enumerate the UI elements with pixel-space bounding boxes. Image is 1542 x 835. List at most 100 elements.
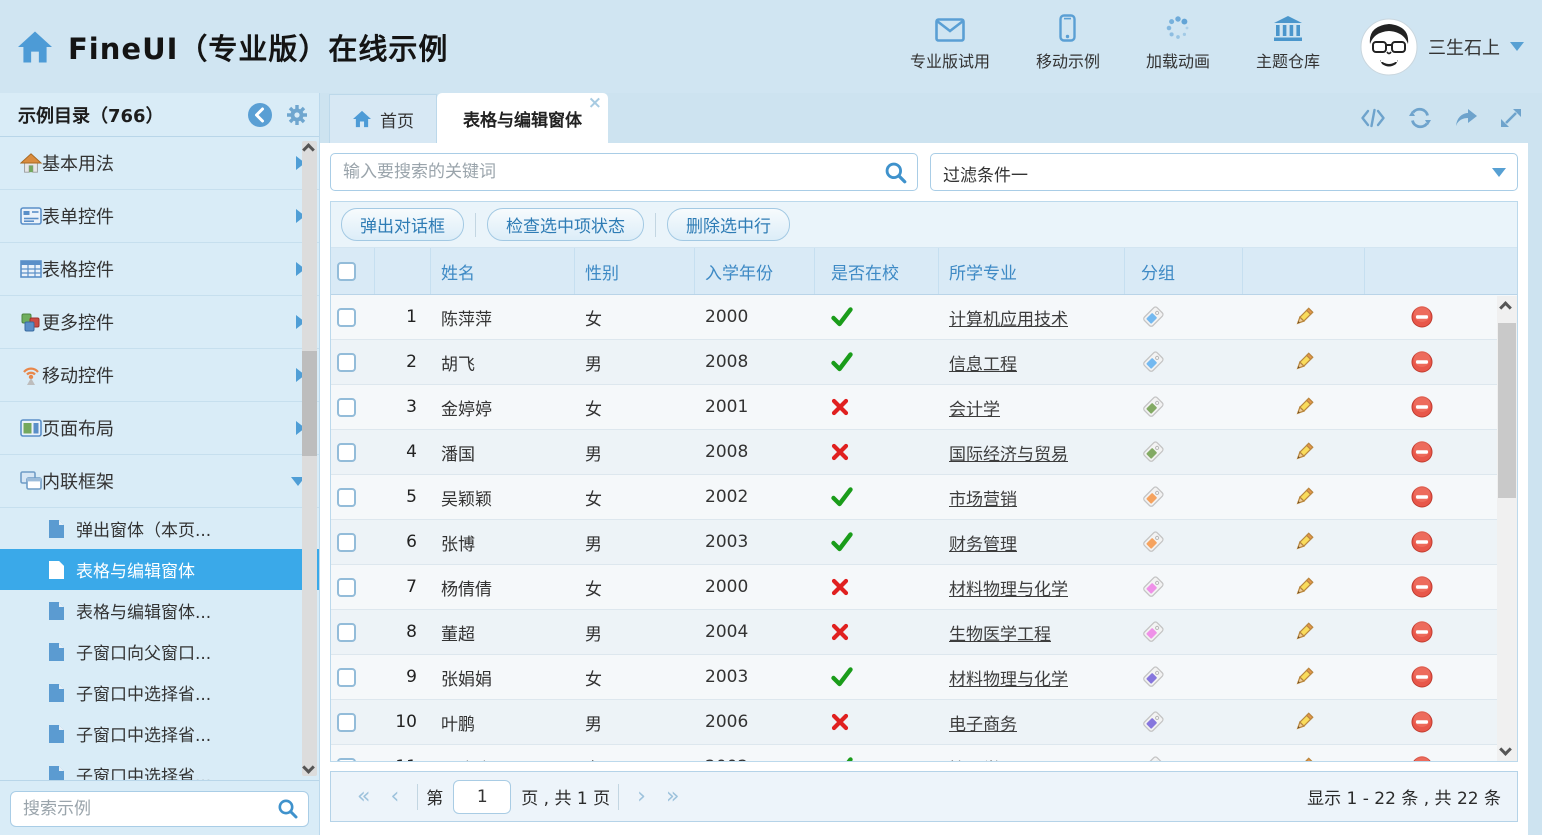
sidebar-item-表单控件[interactable]: 表单控件 (0, 190, 319, 243)
table-row[interactable]: 8董超男2004生物医学工程 (331, 610, 1517, 655)
sidebar-subitem-子窗口向父窗口...[interactable]: 子窗口向父窗口... (0, 631, 319, 672)
filter-dropdown[interactable]: 过滤条件一 (930, 153, 1518, 191)
edit-pencil-icon[interactable] (1293, 351, 1315, 373)
sidebar-item-表格控件[interactable]: 表格控件 (0, 243, 319, 296)
column-header-group[interactable]: 分组 (1125, 248, 1243, 294)
table-row[interactable]: 5吴颖颖女2002市场营销 (331, 475, 1517, 520)
sidebar-subitem-子窗口中选择省...[interactable]: 子窗口中选择省... (0, 754, 319, 780)
edit-pencil-icon[interactable] (1293, 396, 1315, 418)
header-action-移动示例[interactable]: 移动示例 (1036, 14, 1100, 72)
table-row[interactable]: 10叶鹏男2006电子商务 (331, 700, 1517, 745)
delete-icon[interactable] (1411, 756, 1433, 762)
header-action-加载动画[interactable]: 加载动画 (1146, 14, 1210, 72)
row-checkbox[interactable] (337, 578, 356, 597)
first-page-button[interactable]: « (347, 784, 380, 809)
share-icon[interactable] (1454, 108, 1478, 128)
row-checkbox[interactable] (337, 713, 356, 732)
sidebar-item-移动控件[interactable]: 移动控件 (0, 349, 319, 402)
source-code-icon[interactable] (1360, 108, 1386, 128)
delete-icon[interactable] (1411, 576, 1433, 598)
row-checkbox[interactable] (337, 488, 356, 507)
major-link[interactable]: 信息工程 (949, 350, 1017, 375)
column-header-name[interactable]: 姓名 (431, 248, 575, 294)
edit-pencil-icon[interactable] (1293, 531, 1315, 553)
sidebar-subitem-表格与编辑窗体...[interactable]: 表格与编辑窗体... (0, 590, 319, 631)
row-checkbox[interactable] (337, 443, 356, 462)
delete-icon[interactable] (1411, 621, 1433, 643)
tab-grid-edit-window[interactable]: 表格与编辑窗体 × (437, 93, 608, 143)
major-link[interactable]: 国际经济与贸易 (949, 440, 1068, 465)
edit-pencil-icon[interactable] (1293, 576, 1315, 598)
delete-icon[interactable] (1411, 351, 1433, 373)
major-link[interactable]: 材料物理与化学 (949, 575, 1068, 600)
major-link[interactable]: 生物医学工程 (949, 620, 1051, 645)
delete-icon[interactable] (1411, 441, 1433, 463)
sidebar-scrollbar[interactable] (302, 141, 317, 776)
sidebar-item-更多控件[interactable]: 更多控件 (0, 296, 319, 349)
sidebar-search-input[interactable] (10, 791, 309, 827)
edit-pencil-icon[interactable] (1293, 756, 1315, 762)
search-icon[interactable] (277, 798, 299, 820)
sidebar-item-基本用法[interactable]: 基本用法 (0, 137, 319, 190)
major-link[interactable]: 材料物理与化学 (949, 665, 1068, 690)
next-page-button[interactable]: › (627, 784, 656, 809)
expand-icon[interactable] (1500, 107, 1522, 129)
toolbar-button-删除选中行[interactable]: 删除选中行 (667, 208, 790, 241)
collapse-sidebar-icon[interactable] (247, 102, 273, 128)
delete-icon[interactable] (1411, 711, 1433, 733)
scrollbar-thumb[interactable] (1498, 323, 1516, 498)
row-checkbox[interactable] (337, 758, 356, 763)
major-link[interactable]: 电子商务 (949, 710, 1017, 735)
last-page-button[interactable]: » (656, 784, 689, 809)
table-row[interactable]: 3金婷婷女2001会计学 (331, 385, 1517, 430)
major-link[interactable]: 会计学 (949, 395, 1000, 420)
column-header-gender[interactable]: 性别 (575, 248, 695, 294)
column-header-major[interactable]: 所学专业 (939, 248, 1125, 294)
row-checkbox[interactable] (337, 398, 356, 417)
sidebar-item-页面布局[interactable]: 页面布局 (0, 402, 319, 455)
row-checkbox[interactable] (337, 308, 356, 327)
tab-home[interactable]: 首页 (329, 94, 437, 143)
header-action-主题仓库[interactable]: 主题仓库 (1256, 16, 1320, 72)
header-action-专业版试用[interactable]: 专业版试用 (910, 18, 990, 72)
toolbar-button-弹出对话框[interactable]: 弹出对话框 (341, 208, 464, 241)
select-all-checkbox[interactable] (337, 262, 356, 281)
grid-scrollbar[interactable] (1497, 296, 1517, 761)
row-checkbox[interactable] (337, 668, 356, 687)
table-row[interactable]: 9张娟娟女2003材料物理与化学 (331, 655, 1517, 700)
sidebar-subitem-弹出窗体（本页...[interactable]: 弹出窗体（本页... (0, 508, 319, 549)
scrollbar-thumb[interactable] (302, 351, 317, 456)
edit-pencil-icon[interactable] (1293, 666, 1315, 688)
delete-icon[interactable] (1411, 486, 1433, 508)
column-header-year[interactable]: 入学年份 (695, 248, 815, 294)
table-row[interactable]: 4潘国男2008国际经济与贸易 (331, 430, 1517, 475)
sidebar-subitem-表格与编辑窗体[interactable]: 表格与编辑窗体 (0, 549, 319, 590)
major-link[interactable]: 管理学 (949, 755, 1000, 763)
delete-icon[interactable] (1411, 666, 1433, 688)
close-tab-icon[interactable]: × (588, 95, 602, 112)
keyword-search-input[interactable] (330, 153, 918, 191)
major-link[interactable]: 市场营销 (949, 485, 1017, 510)
gear-icon[interactable] (285, 103, 309, 127)
delete-icon[interactable] (1411, 306, 1433, 328)
home-logo-icon[interactable] (16, 30, 54, 64)
scroll-down-icon[interactable] (1499, 743, 1512, 756)
toolbar-button-检查选中项状态[interactable]: 检查选中项状态 (487, 208, 644, 241)
scroll-up-icon[interactable] (302, 143, 315, 156)
column-header-sel[interactable] (331, 248, 375, 294)
column-header-enrolled[interactable]: 是否在校 (815, 248, 939, 294)
table-row[interactable]: 2胡飞男2008信息工程 (331, 340, 1517, 385)
scroll-up-icon[interactable] (1499, 301, 1512, 314)
major-link[interactable]: 计算机应用技术 (949, 305, 1068, 330)
edit-pencil-icon[interactable] (1293, 621, 1315, 643)
scroll-down-icon[interactable] (302, 761, 315, 774)
sidebar-subitem-子窗口中选择省...[interactable]: 子窗口中选择省... (0, 672, 319, 713)
edit-pencil-icon[interactable] (1293, 306, 1315, 328)
major-link[interactable]: 财务管理 (949, 530, 1017, 555)
refresh-icon[interactable] (1408, 107, 1432, 129)
search-icon[interactable] (884, 161, 908, 185)
table-row[interactable]: 11王晓晓女2002管理学 (331, 745, 1517, 762)
row-checkbox[interactable] (337, 623, 356, 642)
edit-pencil-icon[interactable] (1293, 486, 1315, 508)
table-row[interactable]: 1陈萍萍女2000计算机应用技术 (331, 295, 1517, 340)
